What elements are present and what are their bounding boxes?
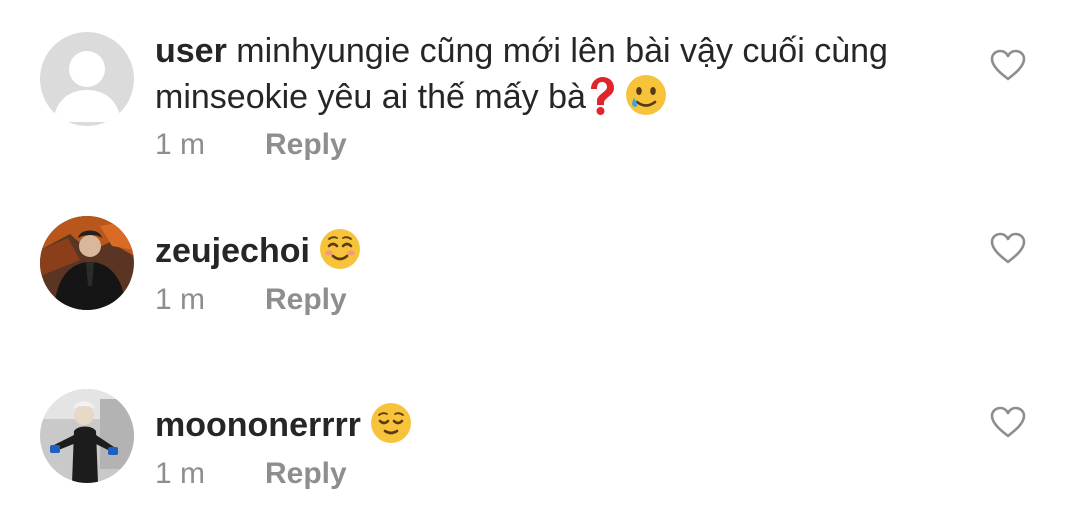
reply-button[interactable]: Reply [265, 283, 347, 317]
comment-meta: 1 m Reply [155, 128, 347, 162]
relieved-face-icon [370, 402, 412, 456]
smiling-face-icon [319, 228, 361, 282]
reply-button[interactable]: Reply [265, 128, 347, 162]
username[interactable]: moononerrrr [155, 406, 361, 444]
username[interactable]: zeujechoi [155, 232, 310, 270]
heart-outline-icon[interactable] [990, 232, 1026, 264]
comment-text-block: user minhyungie cũng mới lên bài vậy cuố… [155, 28, 955, 128]
avatar-default[interactable] [40, 32, 134, 126]
timestamp: 1 m [155, 283, 206, 316]
username[interactable]: user [155, 32, 227, 70]
comment-meta: 1 m Reply [155, 457, 347, 491]
timestamp: 1 m [155, 128, 206, 161]
heart-outline-icon[interactable] [990, 406, 1026, 438]
smiling-face-with-tear-icon [625, 74, 667, 128]
comment-text: moononerrrr [155, 402, 955, 456]
comment-text-block: moononerrrr [155, 402, 955, 456]
timestamp: 1 m [155, 457, 206, 490]
heart-outline-icon[interactable] [990, 49, 1026, 81]
comment-text-block: zeujechoi [155, 228, 955, 282]
comment-meta: 1 m Reply [155, 283, 347, 317]
reply-button[interactable]: Reply [265, 457, 347, 491]
avatar-photo[interactable] [40, 216, 134, 310]
comment-text: user minhyungie cũng mới lên bài vậy cuố… [155, 28, 955, 128]
red-question-mark-icon [586, 76, 616, 128]
avatar-photo[interactable] [40, 389, 134, 483]
comment-text: zeujechoi [155, 228, 955, 282]
comment-body: minhyungie cũng mới lên bài vậy cuối cùn… [155, 32, 888, 116]
